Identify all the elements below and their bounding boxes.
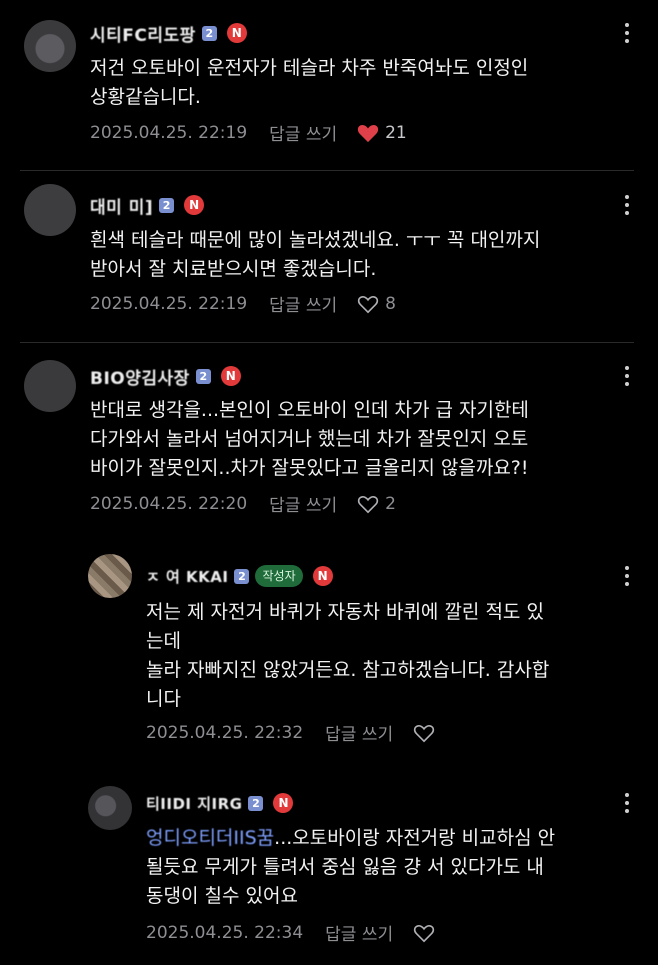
like-count: 8 xyxy=(385,293,396,314)
mention-link[interactable]: 엉디오티더IIS꿈 xyxy=(146,827,274,849)
new-badge: N xyxy=(184,195,205,215)
reply-button[interactable]: 답글 쓰기 xyxy=(269,491,337,516)
more-options-icon[interactable] xyxy=(624,195,630,217)
reply-button[interactable]: 답글 쓰기 xyxy=(269,291,337,316)
avatar[interactable] xyxy=(24,20,76,72)
level-badge: 2 xyxy=(195,368,211,384)
divider xyxy=(20,342,634,343)
reply-button[interactable]: 답글 쓰기 xyxy=(325,920,393,945)
comment-header: 티IIDI 지IRG 2 N xyxy=(146,791,294,815)
comment-date: 2025.04.25. 22:19 xyxy=(90,122,248,143)
new-badge: N xyxy=(226,23,247,43)
level-badge: 2 xyxy=(159,197,175,213)
avatar[interactable] xyxy=(24,184,76,236)
writer-badge: 작성자 xyxy=(255,565,303,587)
comment-date: 2025.04.25. 22:20 xyxy=(90,493,248,514)
nickname[interactable]: BIO양김사장 xyxy=(90,364,190,389)
new-badge: N xyxy=(220,366,241,386)
like-count: 21 xyxy=(385,122,407,143)
level-badge: 2 xyxy=(248,795,264,811)
comment-date: 2025.04.25. 22:19 xyxy=(90,293,248,314)
comment-text: 저건 오토바이 운전자가 테슬라 차주 반죽여놔도 인정인 상황같습니다. xyxy=(90,57,529,108)
level-badge: 2 xyxy=(234,568,250,584)
comment-header: 시티FC리도팡 2 N xyxy=(90,21,247,46)
comment-header: BIO양김사장 2 N xyxy=(90,364,241,389)
heart-outline-icon[interactable] xyxy=(357,294,379,314)
comment-text: 흰색 테슬라 때문에 많이 놀라셨겠네요. ㅜㅜ 꼭 대인까지 받아서 잘 치료… xyxy=(90,229,541,280)
nickname[interactable]: 대미 미] xyxy=(90,193,153,218)
comment-header: ㅈ 여 KKAI 2 작성자 N xyxy=(146,564,333,588)
more-options-icon[interactable] xyxy=(624,566,630,588)
avatar[interactable] xyxy=(24,360,76,412)
more-options-icon[interactable] xyxy=(624,366,630,388)
nickname[interactable]: ㅈ 여 KKAI xyxy=(146,566,228,587)
reply-button[interactable]: 답글 쓰기 xyxy=(325,720,393,745)
comment-text: 저는 제 자전거 바퀴가 자동차 바퀴에 깔린 적도 있 는데 놀라 자빠지진 … xyxy=(146,601,550,710)
level-badge: 2 xyxy=(201,25,217,41)
new-badge: N xyxy=(273,793,294,813)
comment-header: 대미 미] 2 N xyxy=(90,193,205,218)
new-badge: N xyxy=(312,566,333,586)
avatar[interactable] xyxy=(88,554,132,598)
comment-date: 2025.04.25. 22:32 xyxy=(146,722,304,743)
comment-meta: 2025.04.25. 22:34 답글 쓰기 xyxy=(146,920,441,945)
comment-text: 반대로 생각을...본인이 오토바이 인데 차가 급 자기한테 다가와서 놀라서… xyxy=(90,399,529,479)
more-options-icon[interactable] xyxy=(624,793,630,815)
reply-button[interactable]: 답글 쓰기 xyxy=(269,120,337,145)
comment-date: 2025.04.25. 22:34 xyxy=(146,922,304,943)
heart-outline-icon[interactable] xyxy=(357,494,379,514)
comment-meta: 2025.04.25. 22:20 답글 쓰기 2 xyxy=(90,491,396,517)
nickname[interactable]: 시티FC리도팡 xyxy=(90,21,196,46)
heart-outline-icon[interactable] xyxy=(413,723,435,743)
nickname[interactable]: 티IIDI 지IRG xyxy=(146,793,242,814)
heart-filled-icon[interactable] xyxy=(357,123,379,143)
more-options-icon[interactable] xyxy=(624,23,630,45)
comment-text: 엉디오티더IIS꿈...오토바이랑 자전거랑 비교하심 안 될듯요 무게가 틀려… xyxy=(146,824,646,911)
comment-meta: 2025.04.25. 22:19 답글 쓰기 8 xyxy=(90,291,396,317)
comment-meta: 2025.04.25. 22:32 답글 쓰기 xyxy=(146,720,441,745)
avatar[interactable] xyxy=(88,786,132,830)
heart-outline-icon[interactable] xyxy=(413,923,435,943)
comment-meta: 2025.04.25. 22:19 답글 쓰기 21 xyxy=(90,120,407,146)
like-count: 2 xyxy=(385,493,396,514)
divider xyxy=(20,170,634,171)
